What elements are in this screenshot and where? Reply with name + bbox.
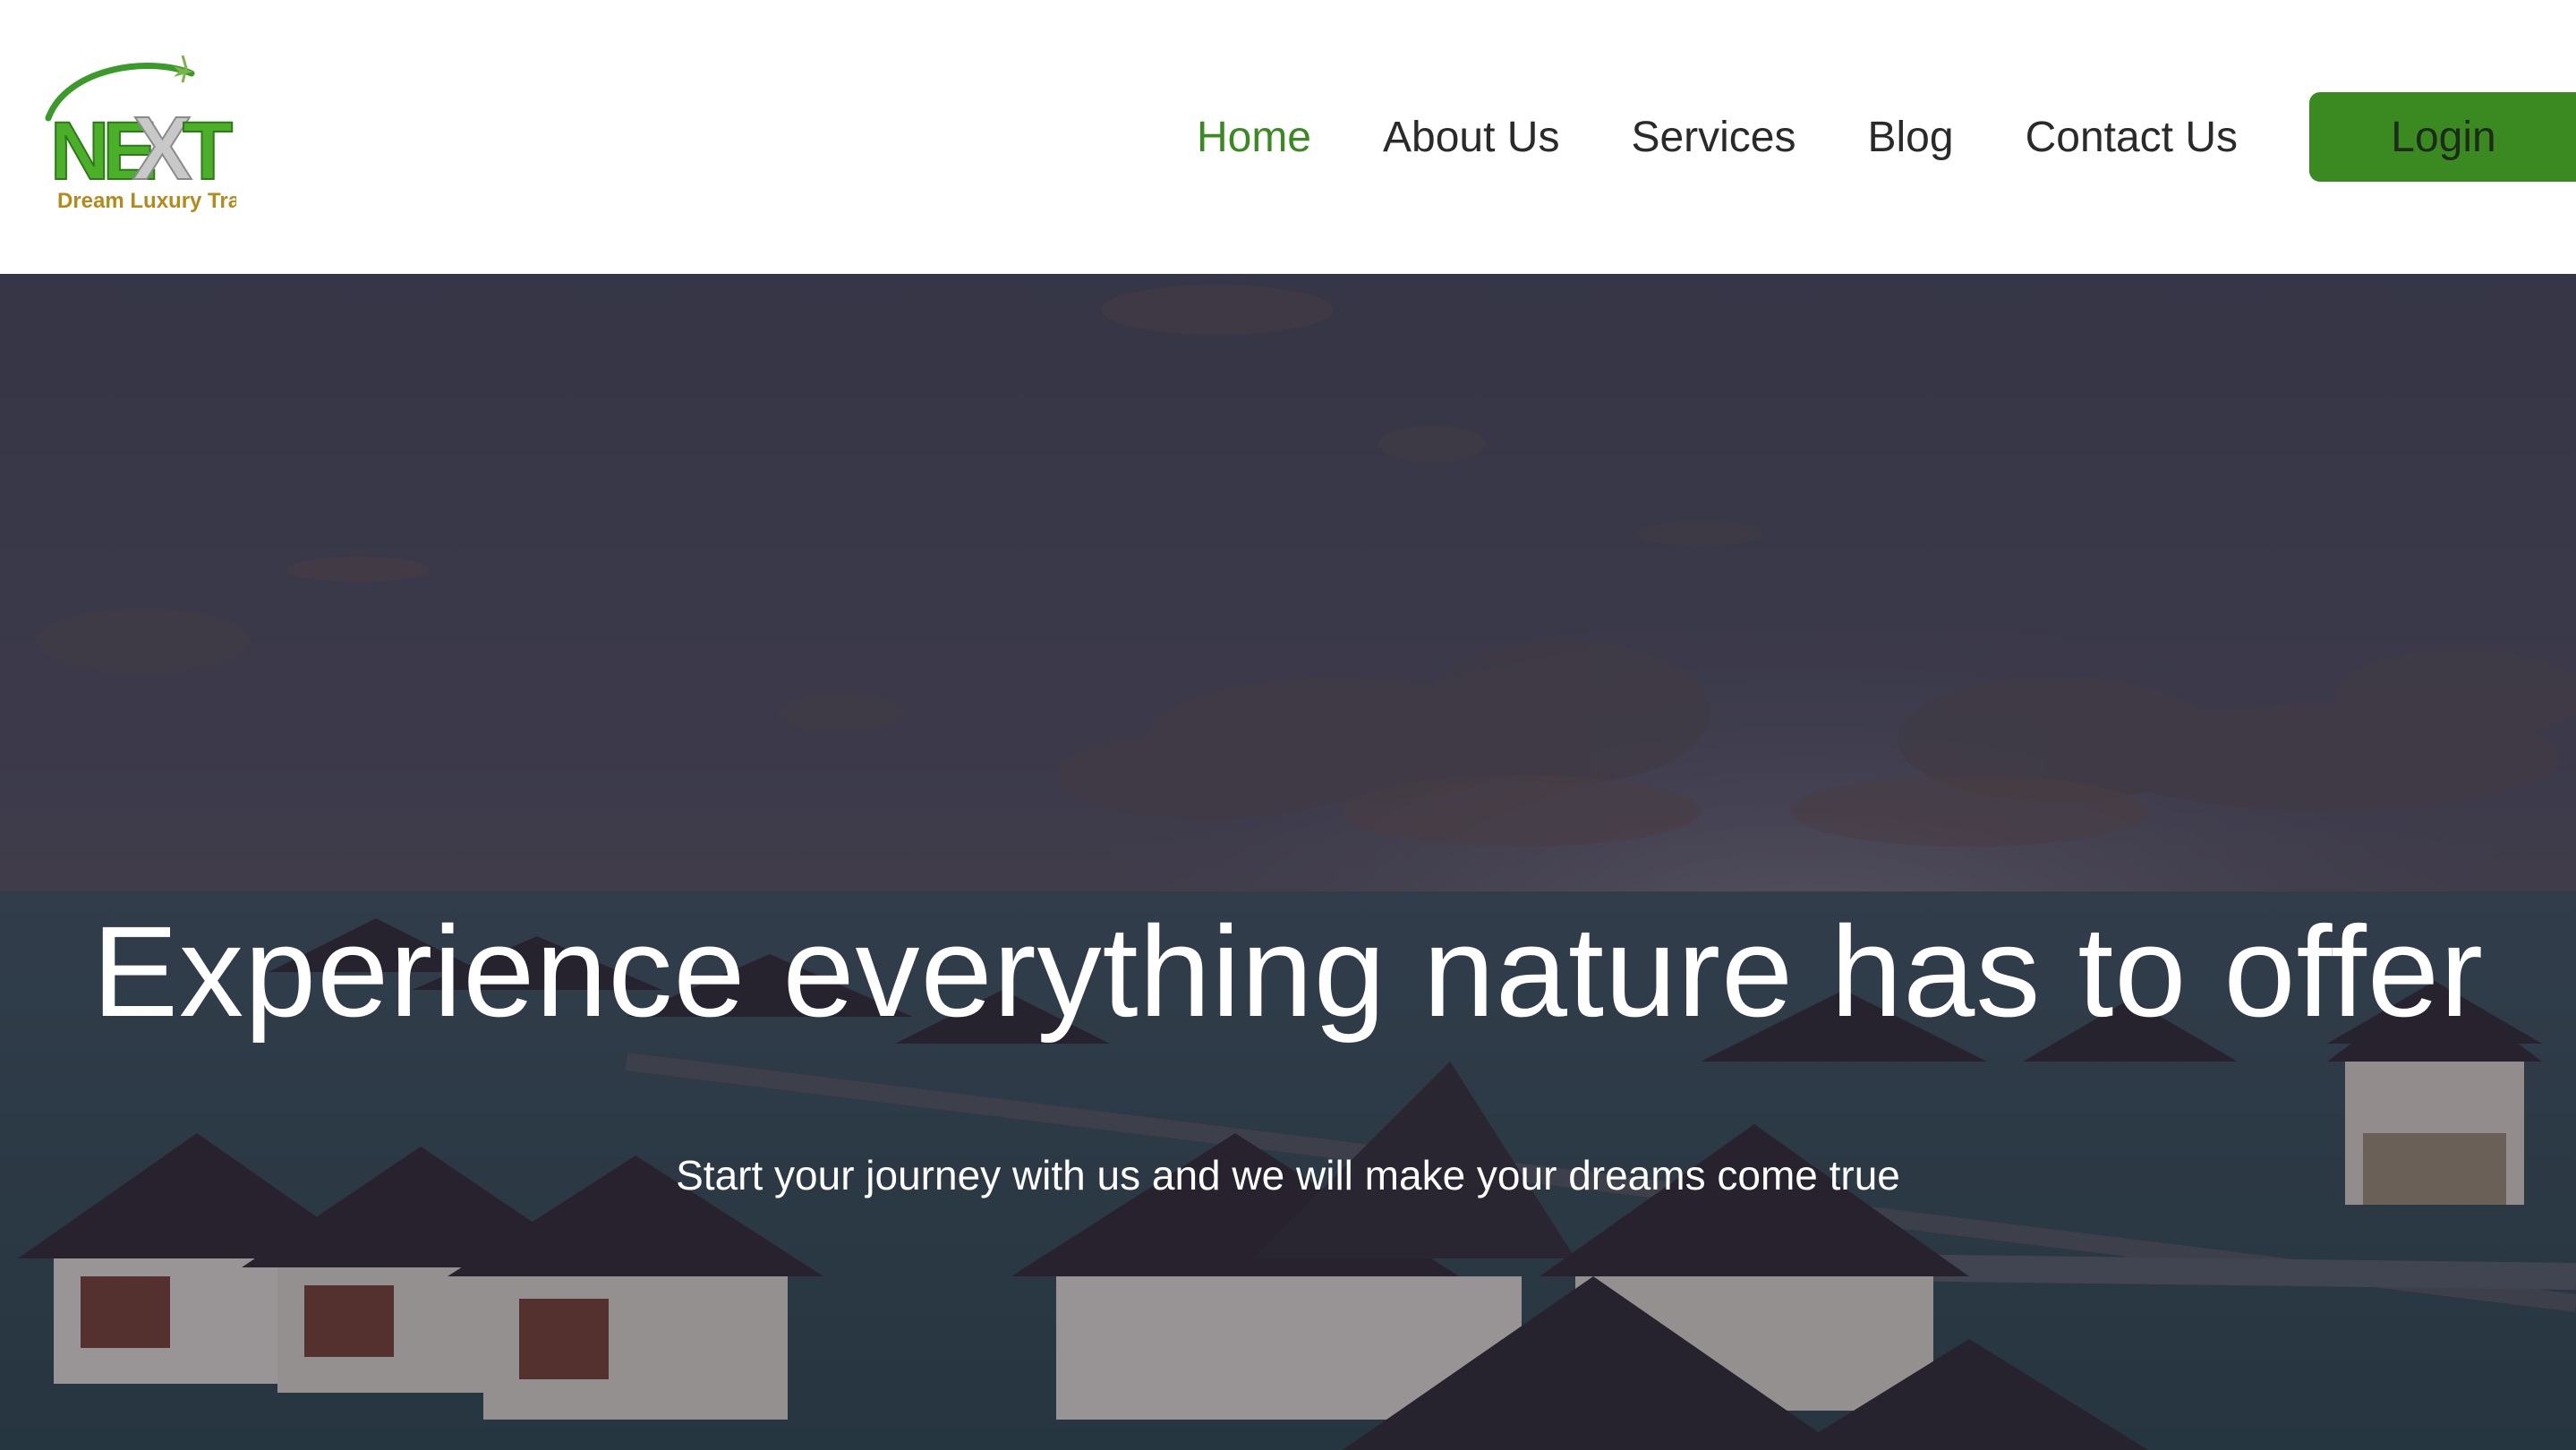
hero-title: Experience everything nature has to offe…: [92, 900, 2484, 1044]
brand-logo[interactable]: NE X T Dream Luxury Travels: [39, 55, 282, 217]
svg-text:T: T: [183, 106, 233, 197]
nav-services[interactable]: Services: [1631, 113, 1796, 162]
logo-icon: NE X T Dream Luxury Travels: [45, 55, 282, 213]
hero-subtitle: Start your journey with us and we will m…: [676, 1152, 1900, 1198]
site-header: NE X T Dream Luxury Travels Home About U…: [0, 0, 2576, 274]
nav-home[interactable]: Home: [1197, 113, 1311, 162]
nav-about-us[interactable]: About Us: [1383, 113, 1559, 162]
logo-tagline: Dream Luxury Travels: [57, 189, 236, 213]
hero-section: Experience everything nature has to offe…: [0, 274, 2576, 1450]
hero-background-image: [0, 274, 2576, 1450]
main-nav: Home About Us Services Blog Contact Us L…: [1197, 88, 2576, 186]
login-button[interactable]: Login: [2309, 92, 2576, 182]
nav-contact-us[interactable]: Contact Us: [2026, 113, 2238, 162]
nav-blog[interactable]: Blog: [1868, 113, 1954, 162]
